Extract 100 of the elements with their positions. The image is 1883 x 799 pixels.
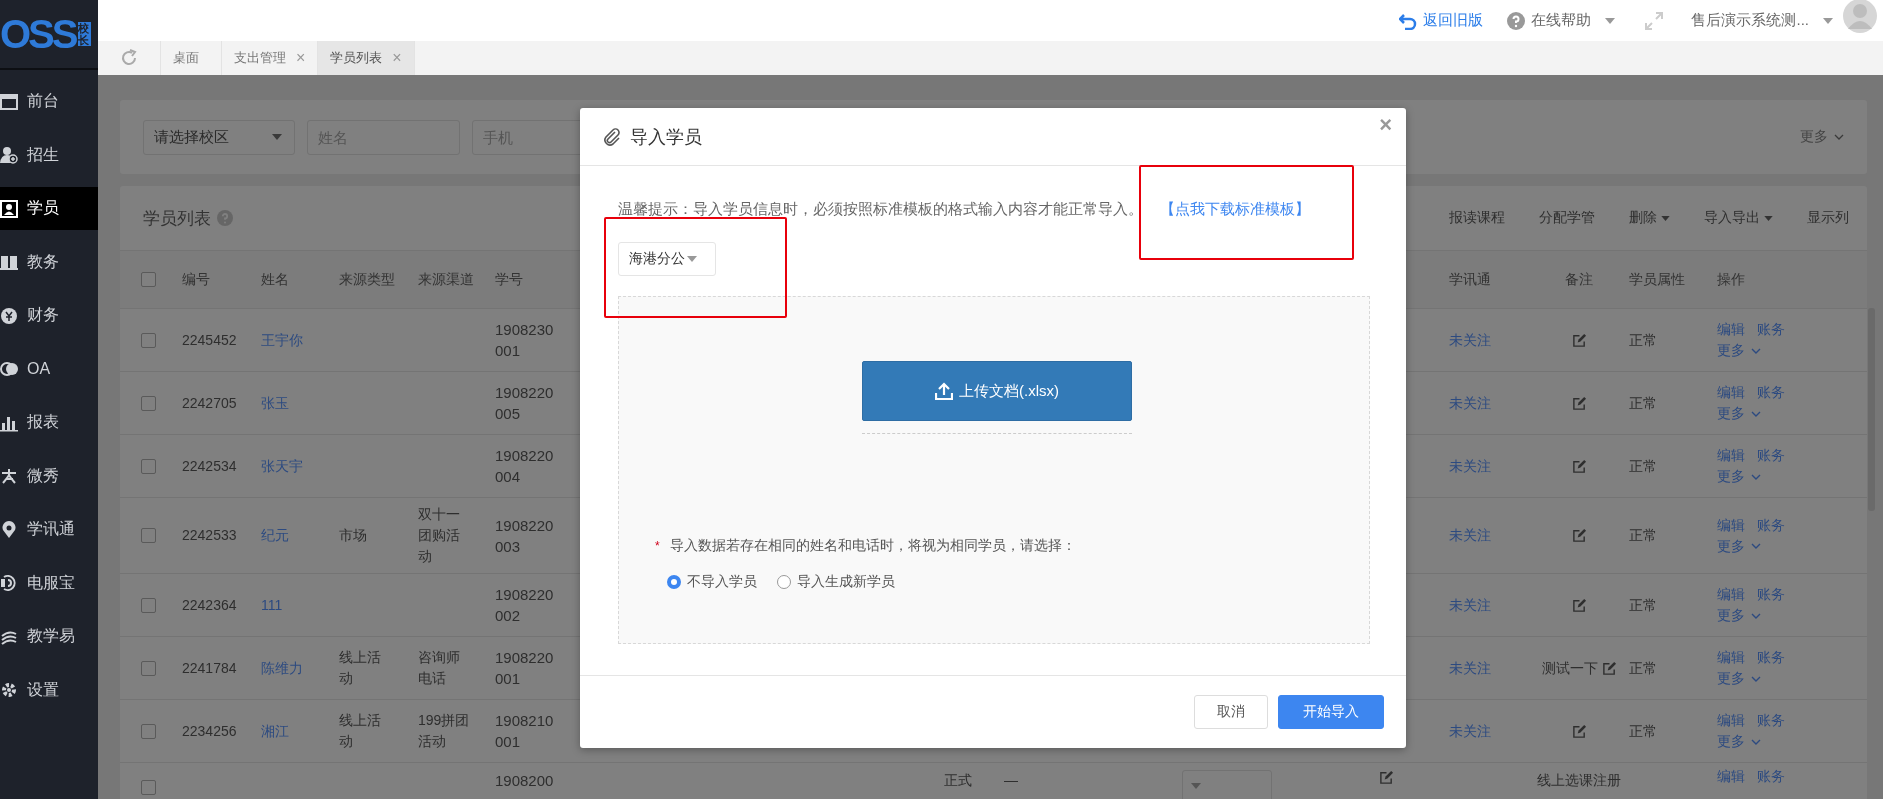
- sidebar-item[interactable]: 招生: [0, 133, 98, 177]
- action-link[interactable]: 账务: [1757, 710, 1785, 731]
- student-name-link[interactable]: 湘江: [261, 720, 289, 742]
- table-cell-text: 2242364: [182, 595, 237, 615]
- more-actions-link[interactable]: 更多: [1717, 535, 1827, 557]
- student-name-link[interactable]: 张玉: [261, 392, 289, 414]
- action-link[interactable]: 账务: [1757, 382, 1785, 403]
- action-link[interactable]: 编辑: [1717, 445, 1745, 466]
- campus-select[interactable]: 海港分公: [618, 242, 716, 276]
- close-icon[interactable]: ×: [296, 49, 306, 67]
- row-checkbox[interactable]: [141, 780, 156, 795]
- sidebar-item[interactable]: 电服宝: [0, 561, 98, 605]
- toolbar-button[interactable]: 删除: [1629, 209, 1670, 227]
- help-icon[interactable]: [217, 210, 233, 226]
- wechat-status-link[interactable]: 未关注: [1449, 657, 1491, 679]
- start-import-button[interactable]: 开始导入: [1278, 695, 1384, 729]
- row-checkbox[interactable]: [141, 723, 156, 739]
- action-link[interactable]: 编辑: [1717, 647, 1745, 668]
- wechat-status-link[interactable]: 未关注: [1449, 455, 1491, 477]
- student-name-link[interactable]: 纪元: [261, 525, 289, 546]
- edit-icon[interactable]: [1601, 660, 1617, 676]
- edit-icon[interactable]: [1571, 395, 1587, 411]
- tab[interactable]: 桌面: [161, 41, 222, 75]
- edit-icon[interactable]: [1571, 332, 1587, 348]
- wechat-status-link[interactable]: 未关注: [1449, 594, 1491, 616]
- status-select[interactable]: [1182, 770, 1272, 799]
- action-link[interactable]: 账务: [1757, 766, 1785, 787]
- table-title: 学员列表: [143, 207, 211, 230]
- sidebar-item[interactable]: 前台: [0, 80, 98, 123]
- student-name-link[interactable]: 张天宇: [261, 455, 303, 477]
- sidebar-item[interactable]: 学讯通: [0, 508, 98, 551]
- toolbar-button[interactable]: 显示列: [1807, 209, 1849, 227]
- help-menu[interactable]: 在线帮助: [1507, 11, 1616, 30]
- close-button[interactable]: ×: [1379, 112, 1392, 138]
- edit-icon[interactable]: [1571, 458, 1587, 474]
- upload-button[interactable]: 上传文档(.xlsx): [862, 361, 1132, 421]
- close-icon[interactable]: ×: [392, 49, 402, 67]
- more-actions-link[interactable]: 更多: [1717, 403, 1827, 424]
- action-link[interactable]: 编辑: [1717, 584, 1745, 605]
- more-actions-link[interactable]: 更多: [1717, 340, 1827, 361]
- row-checkbox[interactable]: [141, 660, 156, 676]
- more-actions-link[interactable]: 更多: [1717, 605, 1827, 626]
- wechat-status-link[interactable]: 未关注: [1449, 720, 1491, 742]
- sidebar-item[interactable]: 学员: [0, 187, 98, 230]
- action-link[interactable]: 账务: [1757, 445, 1785, 466]
- row-checkbox[interactable]: [141, 395, 156, 411]
- more-actions-link[interactable]: 更多: [1717, 466, 1827, 487]
- action-link[interactable]: 账务: [1757, 319, 1785, 340]
- dialog-title: 导入学员: [630, 125, 702, 149]
- edit-icon[interactable]: [1571, 528, 1587, 543]
- student-name-link[interactable]: 陈维力: [261, 657, 303, 679]
- student-name-link[interactable]: 王宇你: [261, 329, 303, 351]
- cancel-button[interactable]: 取消: [1194, 695, 1268, 729]
- wechat-status-link[interactable]: 未关注: [1449, 329, 1491, 351]
- back-link[interactable]: 返回旧版: [1399, 11, 1484, 30]
- radio-option[interactable]: 导入生成新学员: [777, 573, 895, 591]
- radio-button[interactable]: [777, 575, 791, 589]
- action-link[interactable]: 编辑: [1717, 514, 1745, 536]
- download-template-link[interactable]: 【点我下载标准模板】: [1160, 200, 1310, 219]
- edit-icon[interactable]: [1571, 597, 1587, 613]
- user-menu[interactable]: 售后演示系统测...: [1691, 11, 1833, 30]
- action-link[interactable]: 账务: [1757, 514, 1785, 536]
- row-checkbox[interactable]: [141, 597, 156, 613]
- campus-select[interactable]: 请选择校区: [143, 119, 295, 155]
- more-filters-button[interactable]: 更多: [1800, 128, 1844, 146]
- action-link[interactable]: 编辑: [1717, 766, 1745, 787]
- table-cell-text: 1908210001: [495, 711, 555, 752]
- wechat-status-link[interactable]: 未关注: [1449, 392, 1491, 414]
- select-all-checkbox[interactable]: [141, 272, 156, 287]
- toolbar-button[interactable]: 分配学管: [1539, 209, 1595, 227]
- toolbar-button[interactable]: 导入导出: [1704, 209, 1773, 227]
- table-cell-text: 1908220004: [495, 446, 555, 487]
- radio-button[interactable]: [667, 575, 681, 589]
- row-checkbox[interactable]: [141, 332, 156, 348]
- sidebar-item[interactable]: 教务: [0, 240, 98, 284]
- sidebar-item[interactable]: OA: [0, 347, 98, 391]
- action-link[interactable]: 编辑: [1717, 710, 1745, 731]
- sidebar-item[interactable]: 财务: [0, 294, 98, 337]
- toolbar-button[interactable]: 报读课程: [1449, 209, 1505, 227]
- row-checkbox[interactable]: [141, 458, 156, 474]
- tab[interactable]: 学员列表 ×: [318, 41, 415, 75]
- student-name-link[interactable]: 111: [261, 594, 283, 616]
- sidebar-item[interactable]: 教学易: [0, 615, 98, 658]
- edit-icon[interactable]: [1379, 770, 1394, 785]
- action-link[interactable]: 编辑: [1717, 382, 1745, 403]
- radio-option[interactable]: 不导入学员: [667, 573, 757, 591]
- more-actions-link[interactable]: 更多: [1717, 731, 1827, 752]
- sidebar-item[interactable]: 微秀: [0, 454, 98, 498]
- action-link[interactable]: 账务: [1757, 647, 1785, 668]
- more-actions-link[interactable]: 更多: [1717, 668, 1827, 689]
- wechat-status-link[interactable]: 未关注: [1449, 525, 1491, 546]
- sidebar-item[interactable]: 报表: [0, 401, 98, 444]
- expand-icon[interactable]: [1645, 11, 1664, 30]
- calendar-icon: [0, 92, 18, 111]
- avatar-icon[interactable]: [1843, 0, 1877, 33]
- edit-icon[interactable]: [1571, 723, 1587, 739]
- sidebar-item[interactable]: 设置: [0, 668, 98, 712]
- row-checkbox[interactable]: [141, 528, 156, 543]
- action-link[interactable]: 编辑: [1717, 319, 1745, 340]
- action-link[interactable]: 账务: [1757, 584, 1785, 605]
